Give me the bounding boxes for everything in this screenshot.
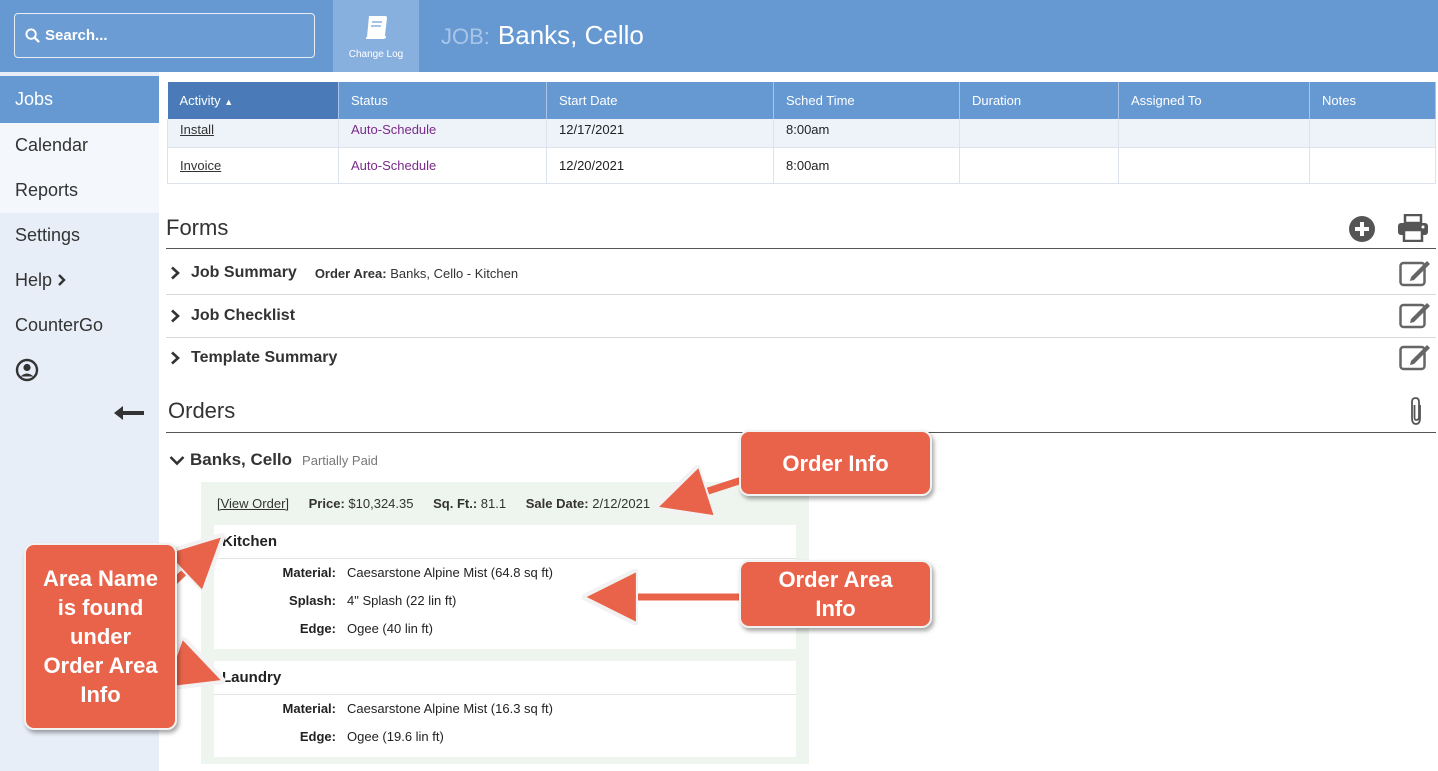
- top-bar: Search... Change Log JOB: Banks, Cello: [0, 0, 1438, 72]
- chevron-right-icon: [171, 351, 180, 365]
- duration-cell: [959, 119, 1119, 148]
- change-log-button[interactable]: Change Log: [333, 0, 419, 72]
- column-header-duration[interactable]: Duration: [959, 82, 1119, 119]
- column-header-sched-time[interactable]: Sched Time: [773, 82, 960, 119]
- status-cell: Auto-Schedule: [338, 119, 547, 148]
- order-header[interactable]: Banks, Cello Partially Paid: [169, 450, 378, 470]
- area-kitchen: Kitchen Material: Caesarstone Alpine Mist…: [214, 525, 796, 649]
- area-row: Edge: Ogee (19.6 lin ft): [299, 729, 444, 744]
- column-header-status[interactable]: Status: [338, 82, 547, 119]
- sidebar-item-jobs[interactable]: Jobs: [0, 76, 159, 123]
- job-prefix: JOB:: [441, 24, 490, 49]
- divider: [166, 294, 1436, 295]
- start-date-cell: 12/17/2021: [546, 119, 774, 148]
- user-circle-icon: [15, 358, 39, 382]
- main-content: Activity ▲ Status Start Date Sched Time …: [159, 72, 1438, 771]
- notes-cell: [1309, 147, 1436, 184]
- table-row: Invoice Auto-Schedule 12/20/2021 8:00am: [167, 147, 1436, 184]
- sched-time-cell: 8:00am: [773, 147, 960, 184]
- status-cell: Auto-Schedule: [338, 147, 547, 184]
- notes-cell: [1309, 119, 1436, 148]
- print-icon[interactable]: [1397, 214, 1429, 242]
- activities-table: Activity ▲ Status Start Date Sched Time …: [167, 82, 1436, 184]
- table-row: Install Auto-Schedule 12/17/2021 8:00am: [167, 119, 1436, 148]
- chevron-right-icon: [171, 309, 180, 323]
- order-name: Banks, Cello: [190, 450, 293, 469]
- activity-link-install[interactable]: Install: [180, 122, 214, 137]
- sidebar-item-help[interactable]: Help: [0, 258, 159, 303]
- callout-area-name: Area Name is found under Order Area Info: [24, 543, 177, 730]
- profile-button[interactable]: [0, 358, 159, 387]
- order-details: [View Order] Price: $10,324.35 Sq. Ft.: …: [201, 482, 809, 764]
- chevron-right-icon: [171, 266, 180, 280]
- forms-title: Forms: [166, 215, 229, 240]
- activity-link-invoice[interactable]: Invoice: [180, 158, 221, 173]
- edit-icon[interactable]: [1399, 259, 1431, 287]
- callout-order-area-info: Order Area Info: [739, 560, 932, 628]
- area-name: Kitchen: [214, 525, 796, 559]
- page-title: JOB: Banks, Cello: [441, 20, 644, 51]
- form-template-summary[interactable]: Template Summary: [169, 337, 337, 379]
- area-laundry: Laundry Material: Caesarstone Alpine Mist…: [214, 661, 796, 757]
- divider: [166, 337, 1436, 338]
- chevron-right-icon: [58, 274, 66, 286]
- sidebar-item-countergo[interactable]: CounterGo: [0, 303, 159, 348]
- sched-time-cell: 8:00am: [773, 119, 960, 148]
- sidebar-item-reports[interactable]: Reports: [0, 168, 159, 213]
- area-row: Edge: Ogee (40 lin ft): [299, 621, 433, 636]
- area-name: Laundry: [214, 661, 796, 695]
- area-row: Material: Caesarstone Alpine Mist (64.8 s…: [282, 565, 553, 580]
- change-log-label: Change Log: [348, 48, 404, 60]
- add-form-icon[interactable]: [1348, 215, 1376, 243]
- notebook-icon: [366, 15, 387, 39]
- search-placeholder: Search...: [45, 27, 108, 44]
- area-row: Material: Caesarstone Alpine Mist (16.3 s…: [282, 701, 553, 716]
- assigned-cell: [1118, 147, 1310, 184]
- job-name: Banks, Cello: [497, 20, 644, 50]
- form-meta: Order Area: Banks, Cello - Kitchen: [314, 265, 519, 281]
- order-info: [View Order] Price: $10,324.35 Sq. Ft.: …: [217, 496, 651, 511]
- column-header-assigned-to[interactable]: Assigned To: [1118, 82, 1310, 119]
- sidebar-item-calendar[interactable]: Calendar: [0, 123, 159, 168]
- form-job-summary[interactable]: Job Summary Order Area: Banks, Cello - K…: [169, 252, 518, 294]
- order-price: $10,324.35: [348, 496, 414, 511]
- start-date-cell: 12/20/2021: [546, 147, 774, 184]
- edit-icon[interactable]: [1399, 343, 1431, 371]
- edit-icon[interactable]: [1399, 301, 1431, 329]
- callout-order-info: Order Info: [739, 430, 932, 496]
- duration-cell: [959, 147, 1119, 184]
- forms-divider: [166, 248, 1436, 249]
- search-icon: [25, 28, 40, 43]
- orders-title: Orders: [168, 398, 236, 423]
- chevron-down-icon: [169, 456, 185, 466]
- collapse-arrow-icon[interactable]: [112, 404, 146, 422]
- payment-status: Partially Paid: [302, 452, 378, 468]
- view-order-link[interactable]: [View Order]: [217, 496, 289, 511]
- column-header-activity[interactable]: Activity ▲: [167, 82, 339, 119]
- sidebar-item-settings[interactable]: Settings: [0, 213, 159, 258]
- form-job-checklist[interactable]: Job Checklist: [169, 295, 295, 337]
- order-sqft: 81.1: [480, 496, 507, 511]
- column-header-notes[interactable]: Notes: [1309, 82, 1436, 119]
- area-row: Splash: 4" Splash (22 lin ft): [289, 593, 457, 608]
- order-sale-date: 2/12/2021: [592, 496, 651, 511]
- assigned-cell: [1118, 119, 1310, 148]
- paperclip-icon[interactable]: [1408, 396, 1424, 426]
- search-input[interactable]: Search...: [14, 13, 315, 58]
- sort-up-icon: ▲: [224, 97, 234, 107]
- column-header-start-date[interactable]: Start Date: [546, 82, 774, 119]
